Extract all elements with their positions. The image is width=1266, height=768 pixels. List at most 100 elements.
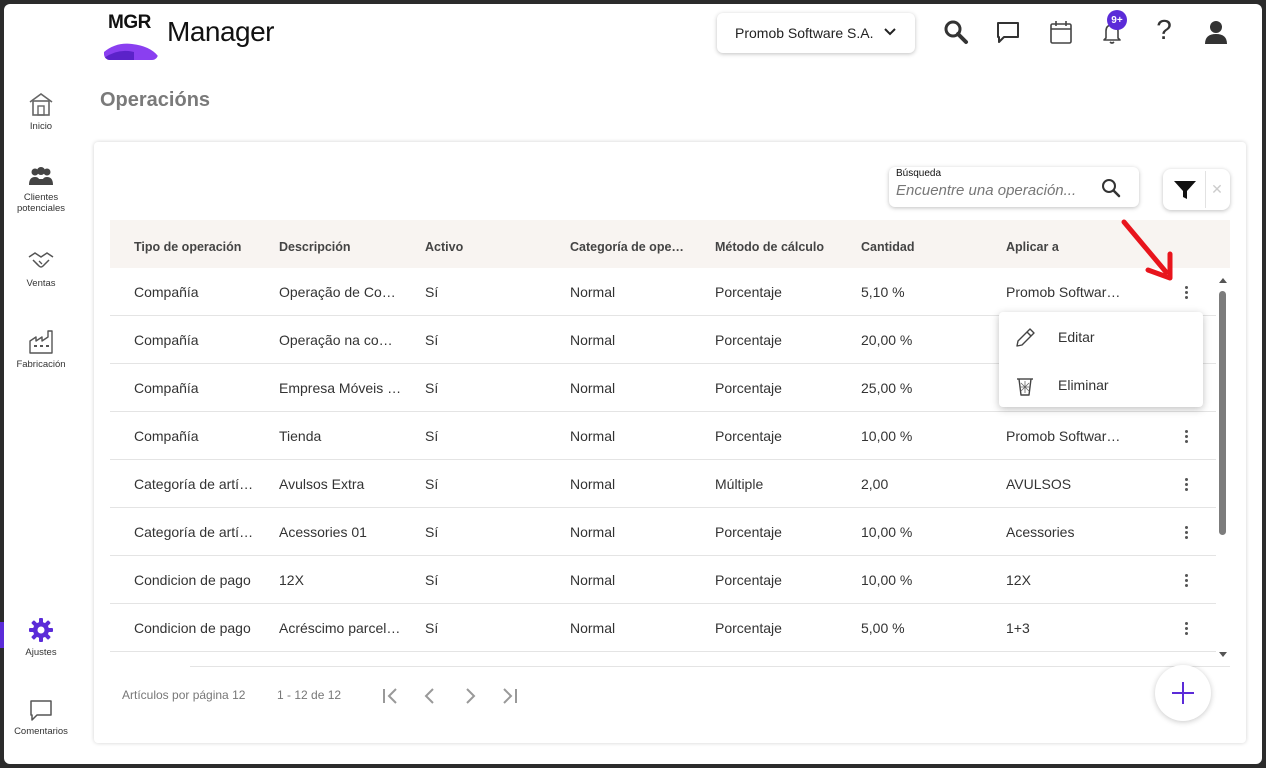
table-cell: Sí (425, 620, 439, 636)
logo-swoosh-icon (104, 43, 158, 60)
search-input[interactable] (896, 180, 1096, 200)
scrollbar-thumb[interactable] (1219, 291, 1226, 535)
table-cell: Promob Software S.A. (1006, 428, 1128, 444)
table-cell: Porcentaje (715, 284, 782, 300)
help-icon[interactable]: ? (1150, 16, 1178, 44)
menu-item-editar[interactable]: Editar (999, 314, 1203, 360)
table-cell: Condicion de pago (134, 620, 251, 636)
sidebar-item-label: Fabricación (16, 359, 66, 370)
table-cell: Normal (570, 332, 616, 348)
table-cell: 10,00 % (861, 524, 913, 540)
last-page-icon[interactable] (498, 684, 522, 708)
table-cell: Compañía (134, 284, 199, 300)
table-cell: Normal (570, 572, 616, 588)
column-header[interactable]: Activo (425, 240, 565, 254)
table-cell: Sí (425, 428, 439, 444)
table-row[interactable]: Condicion de pago Acréscimo parcelado Sí No… (110, 604, 1216, 652)
table-cell: 25,00 % (861, 380, 913, 396)
table-divider (190, 666, 1230, 667)
notification-badge: 9+ (1107, 10, 1127, 30)
factory-icon (29, 330, 53, 354)
row-menu-icon[interactable] (1176, 280, 1196, 304)
table-cell: Porcentaje (715, 428, 782, 444)
table-cell: Tienda (279, 428, 322, 444)
table-cell: Porcentaje (715, 572, 782, 588)
menu-item-label: Editar (1058, 329, 1095, 345)
table-row[interactable]: Compañía Tienda Sí Normal Porcentaje 10,00 % P… (110, 412, 1216, 460)
add-operation-button[interactable] (1155, 665, 1211, 721)
plus-icon (1172, 682, 1194, 704)
table-cell: Compañía (134, 380, 199, 396)
table-cell: Porcentaje (715, 620, 782, 636)
table-header: Tipo de operación Descripción Activo Cat… (110, 220, 1230, 268)
table-cell: Normal (570, 380, 616, 396)
previous-page-icon[interactable] (418, 684, 442, 708)
table-cell: Sí (425, 476, 439, 492)
table-cell: Sí (425, 332, 439, 348)
next-page-icon[interactable] (458, 684, 482, 708)
sidebar-item-fabricacion[interactable]: Fabricación (0, 327, 82, 370)
menu-item-eliminar[interactable]: Eliminar (999, 362, 1203, 408)
page-title: Operacións (100, 89, 211, 111)
table-cell: Porcentaje (715, 332, 782, 348)
table-cell: Empresa Móveis e Cia (279, 380, 404, 396)
row-actions-menu: Editar Eliminar (999, 312, 1203, 407)
search-icon[interactable] (942, 18, 970, 46)
sidebar-item-clientes-potenciales[interactable]: Clientes potenciales (0, 166, 82, 214)
sidebar-item-label: Comentarios (14, 726, 68, 737)
sidebar-item-inicio[interactable]: Inicio (0, 91, 82, 132)
user-avatar-icon[interactable] (1202, 18, 1230, 46)
table-cell: Porcentaje (715, 524, 782, 540)
table-row[interactable]: Compañía Operação de Compra Sí Normal Porcen… (110, 268, 1216, 316)
sidebar-item-label: Clientes potenciales (16, 192, 66, 214)
filter-icon[interactable] (1171, 178, 1199, 202)
home-icon (29, 93, 53, 116)
company-selector[interactable]: Promob Software S.A. (717, 13, 915, 53)
scroll-down-icon[interactable] (1217, 650, 1229, 660)
column-header[interactable]: Cantidad (861, 240, 1001, 254)
search-icon[interactable] (1100, 177, 1122, 199)
chat-icon[interactable] (994, 18, 1022, 46)
table-cell: Normal (570, 620, 616, 636)
app-logo[interactable]: MGR (104, 8, 158, 60)
table-row[interactable]: Categoría de artículo Avulsos Extra Sí Norm… (110, 460, 1216, 508)
table-cell: Normal (570, 284, 616, 300)
sidebar-item-ventas[interactable]: Ventas (0, 248, 82, 289)
people-icon (29, 167, 53, 185)
table-cell: Sí (425, 380, 439, 396)
pencil-icon (1016, 328, 1035, 347)
column-header[interactable]: Descripción (279, 240, 419, 254)
table-cell: Promob Software S.A. (1006, 284, 1128, 300)
sidebar-item-label: Inicio (29, 121, 53, 132)
calendar-icon[interactable] (1047, 18, 1075, 46)
row-menu-icon[interactable] (1176, 472, 1196, 496)
row-menu-icon[interactable] (1176, 520, 1196, 544)
scroll-up-icon[interactable] (1217, 275, 1229, 285)
table-cell: Operação na compra (279, 332, 404, 348)
table-cell: 20,00 % (861, 332, 913, 348)
items-per-page-label[interactable]: Artículos por página 12 (122, 688, 245, 702)
menu-item-label: Eliminar (1058, 377, 1109, 393)
table-row[interactable]: Categoría de artículo Acessories 01 Sí Norm… (110, 508, 1216, 556)
first-page-icon[interactable] (378, 684, 402, 708)
table-cell: Acréscimo parcelado (279, 620, 404, 636)
column-header[interactable]: Categoría de operación (570, 240, 687, 254)
column-header[interactable]: Método de cálculo (715, 240, 855, 254)
table-cell: Categoría de artículo (134, 476, 259, 492)
table-cell: Acessories (1006, 524, 1075, 540)
sidebar-item-ajustes[interactable]: Ajustes (0, 617, 82, 658)
chevron-down-icon (884, 28, 896, 36)
clear-filter-icon[interactable]: ✕ (1205, 171, 1228, 208)
column-header[interactable]: Tipo de operación (134, 240, 274, 254)
table-row[interactable]: Condicion de pago 12X Sí Normal Porcentaje 10… (110, 556, 1216, 604)
sidebar-item-comentarios[interactable]: Comentarios (0, 698, 82, 737)
company-selector-label: Promob Software S.A. (735, 25, 874, 41)
table-cell: Compañía (134, 332, 199, 348)
table-cell: Categoría de artículo (134, 524, 259, 540)
sidebar-item-label: Ventas (26, 278, 56, 289)
table-cell: Porcentaje (715, 380, 782, 396)
row-menu-icon[interactable] (1176, 616, 1196, 640)
row-menu-icon[interactable] (1176, 424, 1196, 448)
row-menu-icon[interactable] (1176, 568, 1196, 592)
sidebar-item-label: Ajustes (25, 647, 57, 658)
